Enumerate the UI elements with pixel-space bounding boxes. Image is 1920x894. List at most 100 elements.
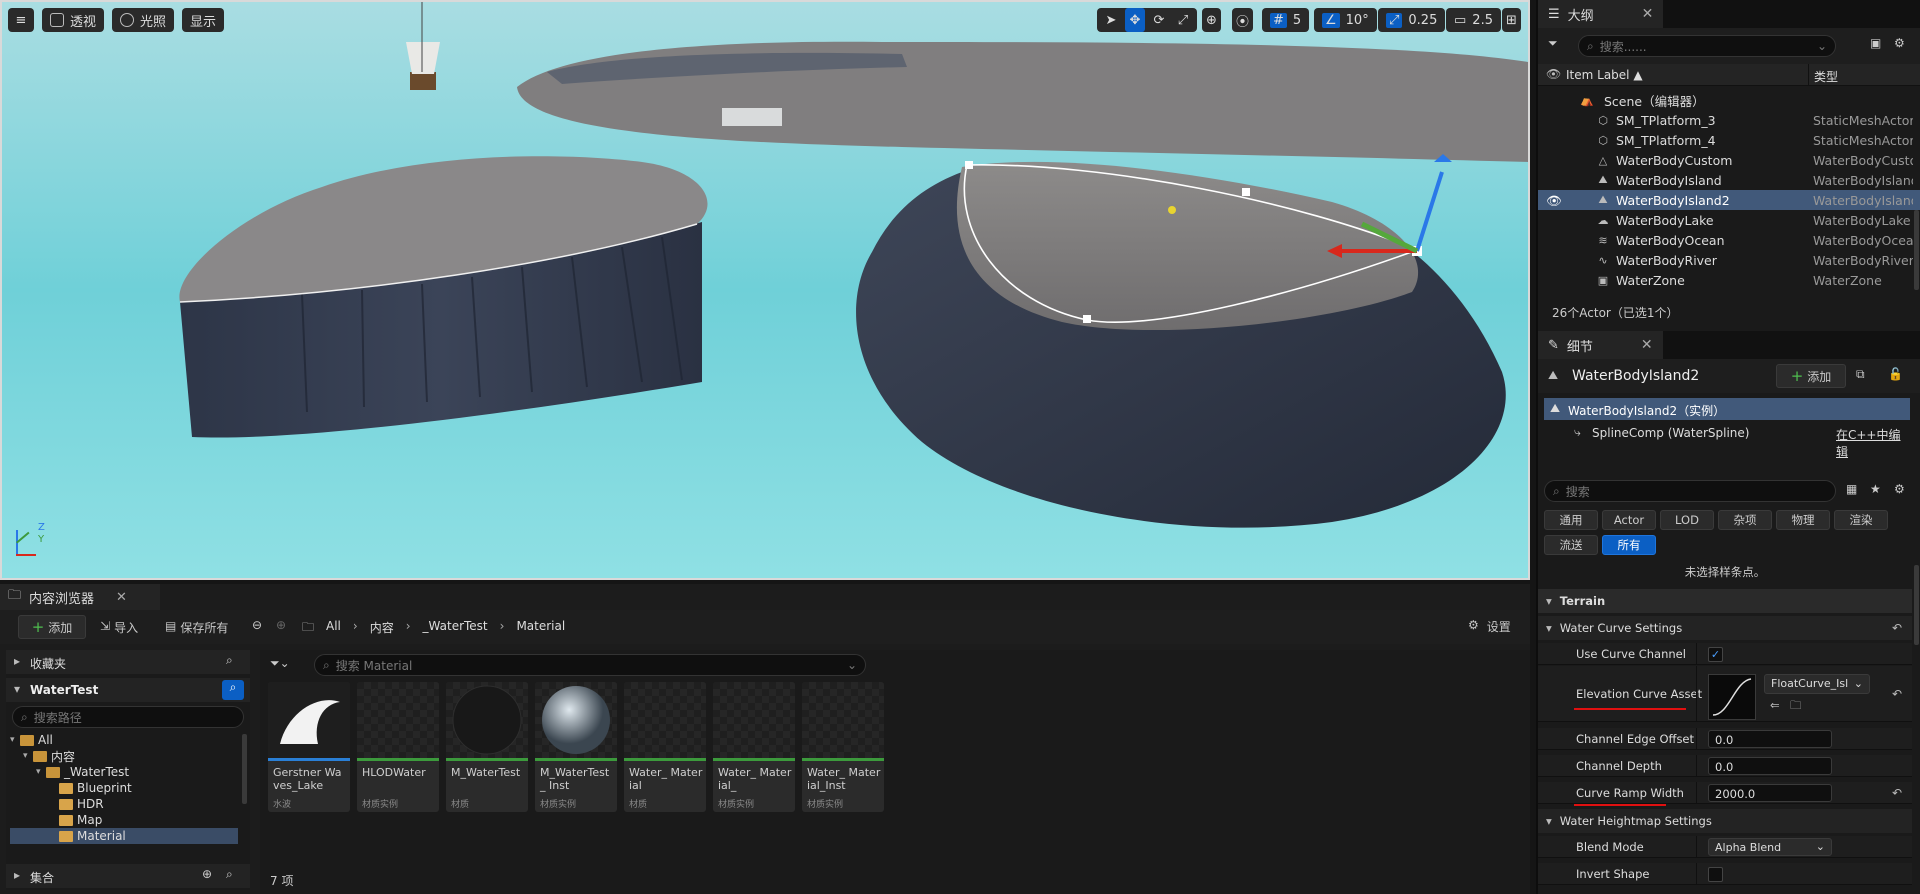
rotate-icon[interactable]: ⟳ <box>1149 8 1169 32</box>
tree-scrollbar[interactable] <box>242 734 247 804</box>
filter-icon[interactable]: ⏷⌄ <box>270 656 290 671</box>
tab-content-browser[interactable]: 🗀 内容浏览器 ✕ <box>0 584 160 610</box>
eye-icon[interactable]: 👁 <box>1546 193 1562 209</box>
folder-tree-item[interactable]: Material <box>10 828 238 844</box>
section-terrain[interactable]: ▾ Terrain <box>1538 589 1912 613</box>
search-icon[interactable]: ⌕ <box>226 653 233 668</box>
select-icon[interactable]: ➤ <box>1101 8 1121 32</box>
outliner-row[interactable]: ⬡ SM_TPlatform_3 StaticMeshActor <box>1538 110 1920 130</box>
outliner-search-input[interactable]: ⌕ 搜索...... ⌄ <box>1578 35 1836 57</box>
lock-icon[interactable]: 🔓 <box>1888 367 1903 381</box>
water-heightmap-settings-header[interactable]: ▾ Water Heightmap Settings <box>1538 809 1912 833</box>
folder-tree-item[interactable]: HDR <box>10 796 238 812</box>
eye-icon[interactable]: 👁 <box>1546 67 1561 81</box>
breadcrumb-item[interactable]: Material <box>516 619 565 636</box>
angle-snap[interactable]: ∠ 10° <box>1314 8 1377 32</box>
reset-icon[interactable]: ↶ <box>1892 786 1902 800</box>
outliner-row[interactable]: ▣ WaterZone WaterZone <box>1538 270 1920 290</box>
gear-icon[interactable]: ⚙ <box>1894 36 1905 50</box>
asset-tile[interactable]: M_WaterTest_ Inst 材质实例 <box>535 682 617 812</box>
edit-cpp-link[interactable]: 在C++中编辑 <box>1836 426 1910 460</box>
close-icon[interactable]: ✕ <box>1642 6 1654 22</box>
surface-snap-toggle[interactable]: ⦿ <box>1232 8 1254 32</box>
category-button[interactable]: 通用 <box>1544 510 1598 530</box>
category-button[interactable]: 所有 <box>1602 535 1656 555</box>
gear-icon[interactable]: ⚙ <box>1894 482 1905 496</box>
viewport-menu-button[interactable]: ≡ <box>8 8 34 32</box>
folder-tree-item[interactable]: ▾ 内容 <box>10 748 238 764</box>
asset-search-input[interactable]: ⌕ 搜索 Material ⌄ <box>314 654 866 676</box>
star-icon[interactable]: ★ <box>1870 482 1881 496</box>
category-button[interactable]: LOD <box>1660 510 1714 530</box>
outliner-row[interactable]: △ WaterBodyCustom WaterBodyCustom <box>1538 150 1920 170</box>
scale-snap[interactable]: ⤢ 0.25 <box>1378 8 1446 32</box>
outliner-row[interactable]: 👁 ⛰ WaterBodyIsland2 WaterBodyIsland <box>1538 190 1920 210</box>
outliner-scrollbar[interactable] <box>1914 210 1919 290</box>
table-view-icon[interactable]: ▦ <box>1846 482 1857 496</box>
world-local-toggle[interactable]: ⊕ <box>1202 8 1221 32</box>
category-button[interactable]: 渲染 <box>1834 510 1888 530</box>
curve-thumbnail[interactable] <box>1708 674 1756 720</box>
folder-tree-item[interactable]: Map <box>10 812 238 828</box>
close-icon[interactable]: ✕ <box>116 590 127 605</box>
details-search-input[interactable]: ⌕ 搜索 <box>1544 480 1836 502</box>
col-type[interactable]: 类型 <box>1814 68 1838 85</box>
category-button[interactable]: 物理 <box>1776 510 1830 530</box>
tab-details[interactable]: ✎ 细节 ✕ <box>1538 331 1663 359</box>
asset-tile[interactable]: Water_ Material_Inst 材质实例 <box>802 682 884 812</box>
details-scrollbar[interactable] <box>1914 565 1919 645</box>
asset-tile[interactable]: Water_ Material 材质 <box>624 682 706 812</box>
add-folder-icon[interactable]: ▣ <box>1870 36 1881 50</box>
curve-asset-dropdown[interactable]: FloatCurve_Isl ⌄ <box>1764 674 1870 694</box>
blend-mode-dropdown[interactable]: Alpha Blend ⌄ <box>1708 838 1832 856</box>
back-icon[interactable]: ⊖ <box>252 618 262 632</box>
curve-ramp-width-input[interactable]: 2000.0 <box>1708 784 1832 802</box>
breadcrumb-item[interactable]: All <box>326 619 341 636</box>
browse-back-icon[interactable]: ⇐ <box>1770 698 1780 712</box>
outliner-row[interactable]: ⛰ WaterBodyIsland WaterBodyIsland <box>1538 170 1920 190</box>
scale-icon[interactable]: ⤢ <box>1173 8 1193 32</box>
grid-snap[interactable]: # 5 <box>1262 8 1310 32</box>
breadcrumb-item[interactable]: 内容 <box>370 619 394 636</box>
reset-icon[interactable]: ↶ <box>1892 621 1902 635</box>
level-viewport[interactable]: ≡ 透视 光照 显示 ➤ ✥ ⟳ ⤢ ⊕ ⦿ # 5 ∠ 10° ⤢ 0.25 … <box>0 0 1530 580</box>
water-curve-settings-header[interactable]: ▾ Water Curve Settings ↶ <box>1538 616 1912 640</box>
add-button[interactable]: + 添加 <box>18 615 86 639</box>
folder-tree-item[interactable]: ▾ _WaterTest <box>10 764 238 780</box>
import-button[interactable]: ⇲ 导入 <box>100 619 138 636</box>
close-icon[interactable]: ✕ <box>1641 337 1653 353</box>
favorites-header[interactable]: ▸ 收藏夹 ⌕ <box>6 650 250 674</box>
component-instance-row[interactable]: ⛰ WaterBodyIsland2（实例） <box>1544 398 1910 420</box>
scene-row[interactable]: ⛺ Scene（编辑器） <box>1538 90 1920 110</box>
outliner-row[interactable]: ∿ WaterBodyRiver WaterBodyRiver <box>1538 250 1920 270</box>
viewport-layout-button[interactable]: ⊞ <box>1502 8 1521 32</box>
show-button[interactable]: 显示 <box>182 8 225 32</box>
asset-tile[interactable]: M_WaterTest 材质 <box>446 682 528 812</box>
asset-tile[interactable]: Water_ Material_ 材质实例 <box>713 682 795 812</box>
use-curve-channel-checkbox[interactable]: ✓ <box>1708 647 1723 662</box>
folder-tree-item[interactable]: Blueprint <box>10 780 238 796</box>
collections-header[interactable]: ▸ 集合 ⊕ ⌕ <box>6 864 250 888</box>
filter-icon[interactable]: ⏷ <box>1548 36 1558 51</box>
component-spline-row[interactable]: ⤷ SplineComp (WaterSpline) 在C++中编辑 <box>1544 422 1910 459</box>
category-button[interactable]: Actor <box>1602 510 1656 530</box>
add-component-button[interactable]: + 添加 <box>1776 364 1846 388</box>
add-collection-icon[interactable]: ⊕ <box>202 867 212 881</box>
outliner-row[interactable]: ≋ WaterBodyOcean WaterBodyOcean <box>1538 230 1920 250</box>
search-icon[interactable]: ⌕ <box>222 680 244 700</box>
category-button[interactable]: 杂项 <box>1718 510 1772 530</box>
invert-shape-checkbox[interactable] <box>1708 867 1723 882</box>
forward-icon[interactable]: ⊕ <box>276 618 286 632</box>
channel-edge-offset-input[interactable]: 0.0 <box>1708 730 1832 748</box>
folder-tree-item[interactable]: ▾ All <box>10 732 238 748</box>
reset-icon[interactable]: ↶ <box>1892 687 1902 701</box>
lighting-button[interactable]: 光照 <box>112 8 175 32</box>
category-button[interactable]: 流送 <box>1544 535 1598 555</box>
browse-asset-icon[interactable]: 🗀 <box>1790 698 1802 717</box>
settings-button[interactable]: ⚙ 设置 <box>1468 618 1511 635</box>
tab-outliner[interactable]: ☰ 大纲 ✕ <box>1538 0 1664 28</box>
search-icon[interactable]: ⌕ <box>226 867 233 882</box>
path-search-input[interactable]: ⌕ 搜索路径 <box>12 706 244 728</box>
col-item-label[interactable]: Item Label ▲ <box>1566 68 1643 82</box>
save-all-button[interactable]: ▤ 保存所有 <box>165 619 228 636</box>
